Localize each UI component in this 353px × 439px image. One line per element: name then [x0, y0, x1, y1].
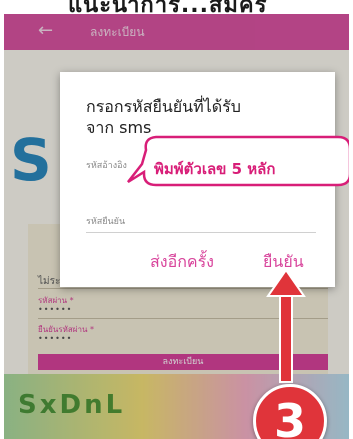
phone-screen: ← ลงทะเบียน S ไม่ระบุตัวตน รหัสผ่าน * ••… — [4, 14, 349, 439]
page-caption: แนะนำการ...สมัคร — [0, 0, 353, 14]
caption-text: แนะนำการ...สมัคร — [68, 0, 268, 14]
up-arrow-icon — [266, 268, 306, 383]
step-number: 3 — [273, 394, 306, 439]
